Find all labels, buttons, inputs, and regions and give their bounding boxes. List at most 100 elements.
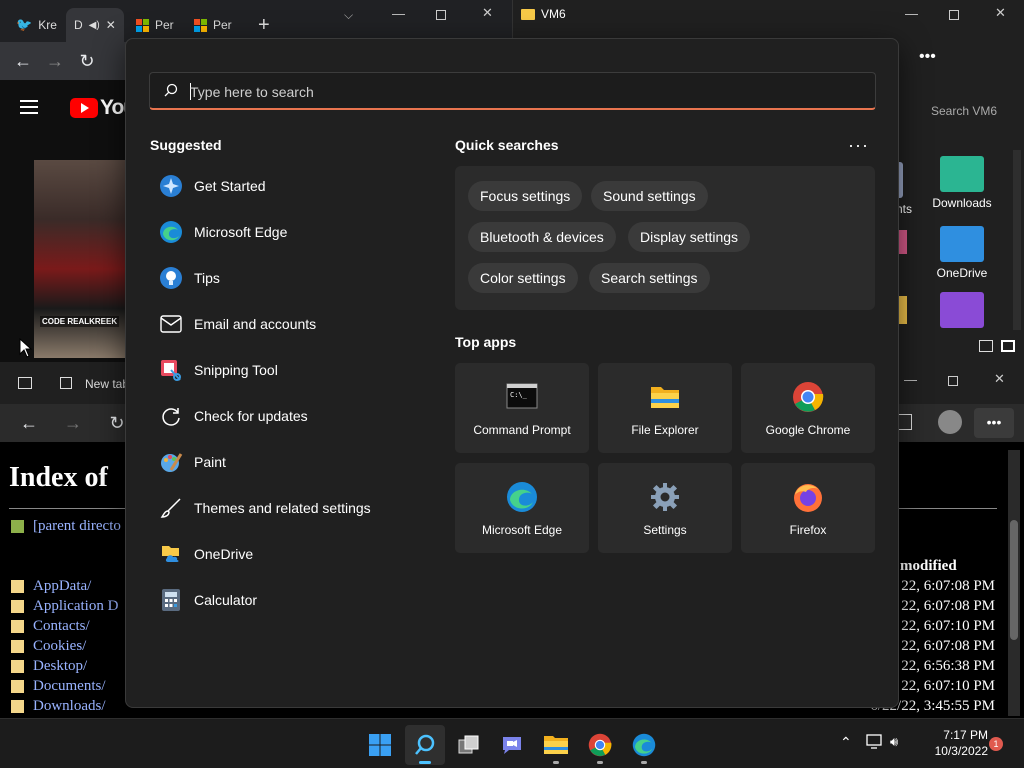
page-scrollbar[interactable] bbox=[1008, 450, 1020, 716]
close-icon[interactable]: ✕ bbox=[995, 5, 1006, 21]
suggested-item-calculator[interactable]: Calculator bbox=[150, 580, 420, 620]
explorer-search-input[interactable]: Search VM6 bbox=[901, 98, 1011, 124]
top-app-label: Settings bbox=[643, 523, 687, 537]
suggested-item-themes[interactable]: Themes and related settings bbox=[150, 488, 420, 528]
explorer-title: VM6 bbox=[521, 7, 566, 21]
top-app-label: File Explorer bbox=[631, 423, 699, 437]
taskbar-file-explorer[interactable] bbox=[536, 725, 576, 765]
directory-link[interactable]: Contacts/ bbox=[33, 618, 90, 635]
modified-date: 22, 6:56:38 PM bbox=[901, 658, 995, 674]
suggested-item-get-started[interactable]: Get Started bbox=[150, 166, 420, 206]
reload-icon[interactable]: ↻ bbox=[76, 50, 98, 72]
clock-date: 10/3/2022 bbox=[934, 744, 988, 758]
suggested-item-paint[interactable]: Paint bbox=[150, 442, 420, 482]
explorer-item-onedrive[interactable]: OneDrive bbox=[927, 226, 997, 280]
scrollbar-thumb[interactable] bbox=[1010, 520, 1018, 640]
quick-search-focus-settings[interactable]: Focus settings bbox=[468, 181, 583, 211]
hamburger-menu-icon[interactable] bbox=[20, 100, 38, 114]
task-view-button[interactable] bbox=[449, 725, 489, 765]
chat-button[interactable] bbox=[492, 725, 532, 765]
suggested-item-label: Email and accounts bbox=[194, 316, 317, 332]
chrome-icon bbox=[793, 382, 824, 412]
top-app-google-chrome[interactable]: Google Chrome bbox=[741, 363, 875, 453]
volume-icon[interactable]: 🔊︎ bbox=[890, 734, 898, 750]
youtube-logo-icon[interactable] bbox=[70, 98, 98, 118]
search-button[interactable] bbox=[405, 725, 445, 765]
scrollbar[interactable] bbox=[1013, 150, 1021, 330]
edge-tab-label[interactable]: New tab bbox=[85, 377, 129, 391]
suggested-item-label: Calculator bbox=[194, 592, 258, 608]
top-app-settings[interactable]: Settings bbox=[598, 463, 732, 553]
taskbar-chrome[interactable] bbox=[580, 725, 620, 765]
minimize-icon[interactable]: — bbox=[392, 6, 405, 21]
modified-column-header[interactable]: modified bbox=[900, 558, 957, 575]
minimize-icon[interactable]: — bbox=[905, 6, 918, 21]
directory-link[interactable]: AppData/ bbox=[33, 578, 91, 595]
notification-badge[interactable]: 1 bbox=[989, 737, 1003, 751]
explorer-item-videos[interactable] bbox=[927, 292, 997, 332]
directory-link[interactable]: Application D bbox=[33, 598, 118, 615]
top-app-file-explorer[interactable]: File Explorer bbox=[598, 363, 732, 453]
new-tab-button[interactable]: + bbox=[250, 8, 278, 42]
back-icon[interactable]: ← bbox=[12, 50, 34, 72]
chrome-tab-per-2[interactable]: Per bbox=[186, 8, 240, 42]
tab-actions-icon[interactable] bbox=[18, 377, 32, 389]
firefox-icon bbox=[794, 484, 822, 512]
directory-link[interactable]: Downloads/ bbox=[33, 698, 106, 715]
suggested-item-snipping-tool[interactable]: Snipping Tool bbox=[150, 350, 420, 390]
directory-link[interactable]: Documents/ bbox=[33, 678, 106, 695]
profile-avatar[interactable] bbox=[938, 410, 962, 434]
forward-icon[interactable]: → bbox=[44, 50, 66, 72]
chevron-up-icon[interactable]: ⌃ bbox=[840, 734, 852, 751]
chrome-tab-active[interactable]: D ◀) ✕ bbox=[66, 8, 124, 42]
quick-search-search-settings[interactable]: Search settings bbox=[589, 263, 710, 293]
suggested-item-email-accounts[interactable]: Email and accounts bbox=[150, 304, 420, 344]
chrome-tab-per-1[interactable]: Per bbox=[128, 8, 182, 42]
video-thumbnail[interactable] bbox=[34, 160, 128, 358]
maximize-icon[interactable] bbox=[949, 10, 959, 20]
taskbar-edge[interactable] bbox=[624, 725, 664, 765]
back-icon[interactable]: ← bbox=[18, 412, 40, 434]
start-button[interactable] bbox=[360, 725, 400, 765]
minimize-icon[interactable]: — bbox=[904, 372, 917, 387]
more-options-icon[interactable]: ••• bbox=[974, 408, 1014, 438]
close-icon[interactable]: ✕ bbox=[994, 371, 1005, 387]
task-view-icon bbox=[458, 735, 479, 754]
chevron-down-icon[interactable]: ⌵ bbox=[344, 8, 353, 23]
system-clock[interactable]: 7:17 PM 10/3/2022 bbox=[918, 727, 988, 759]
close-icon[interactable]: ✕ bbox=[106, 18, 116, 32]
maximize-icon[interactable] bbox=[948, 376, 958, 386]
more-options-icon[interactable]: ··· bbox=[848, 135, 869, 156]
quick-search-display-settings[interactable]: Display settings bbox=[628, 222, 751, 252]
folder-icon bbox=[11, 700, 24, 713]
forward-icon[interactable]: → bbox=[62, 412, 84, 434]
quick-search-bluetooth-devices[interactable]: Bluetooth & devices bbox=[468, 222, 616, 252]
explorer-item-downloads[interactable]: Downloads bbox=[927, 156, 997, 210]
search-box[interactable] bbox=[149, 72, 876, 110]
directory-link[interactable]: Desktop/ bbox=[33, 658, 87, 675]
network-icon[interactable] bbox=[866, 734, 884, 750]
directory-link[interactable]: Cookies/ bbox=[33, 638, 86, 655]
top-app-command-prompt[interactable]: C:\_ Command Prompt bbox=[455, 363, 589, 453]
suggested-item-check-updates[interactable]: Check for updates bbox=[150, 396, 420, 436]
quick-searches-heading: Quick searches bbox=[455, 137, 559, 153]
more-options-icon[interactable]: ••• bbox=[919, 48, 936, 66]
windows-logo-icon bbox=[194, 18, 207, 32]
suggested-item-microsoft-edge[interactable]: Microsoft Edge bbox=[150, 212, 420, 252]
modified-date: 22, 6:07:10 PM bbox=[901, 678, 995, 694]
tiles-view-icon[interactable] bbox=[1001, 340, 1015, 352]
quick-search-sound-settings[interactable]: Sound settings bbox=[591, 181, 708, 211]
close-icon[interactable]: ✕ bbox=[482, 5, 493, 21]
top-app-microsoft-edge[interactable]: Microsoft Edge bbox=[455, 463, 589, 553]
search-input[interactable] bbox=[190, 82, 850, 102]
top-app-firefox[interactable]: Firefox bbox=[741, 463, 875, 553]
windows-logo-icon bbox=[136, 18, 149, 32]
chrome-tab-twitter[interactable]: 🐦 Kre bbox=[8, 8, 65, 42]
maximize-icon[interactable] bbox=[436, 10, 446, 20]
quick-search-color-settings[interactable]: Color settings bbox=[468, 263, 578, 293]
suggested-item-tips[interactable]: Tips bbox=[150, 258, 420, 298]
parent-directory-link[interactable]: [parent directo bbox=[33, 518, 121, 535]
details-view-icon[interactable] bbox=[979, 340, 993, 352]
collections-icon[interactable] bbox=[898, 414, 912, 430]
suggested-item-onedrive[interactable]: OneDrive bbox=[150, 534, 420, 574]
